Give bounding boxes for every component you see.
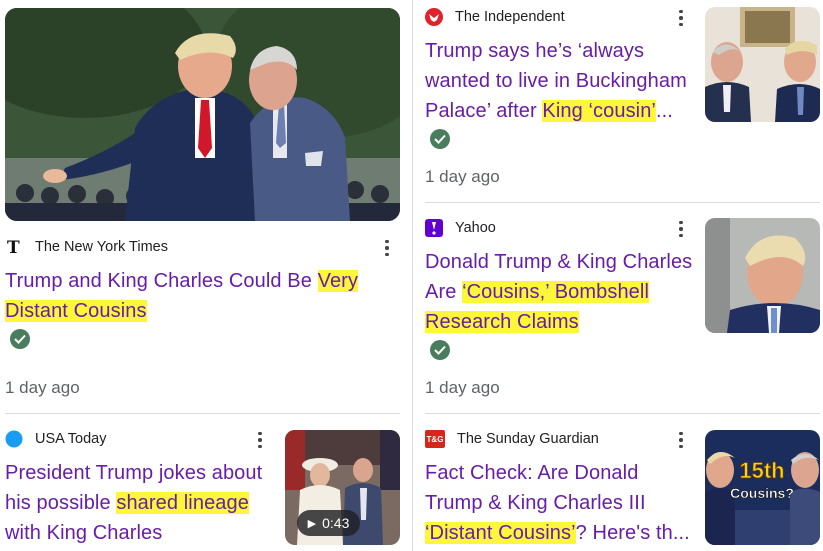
article-4-headline[interactable]: President Trump jokes about his possible… (5, 458, 280, 548)
article-5-thumbnail[interactable]: 15th Cousins? (705, 430, 820, 545)
column-divider (412, 0, 413, 551)
article-2-headline[interactable]: Trump says he’s ‘always wanted to live i… (425, 36, 700, 126)
thumb-text-15th: 15th (739, 458, 784, 483)
headline-line: Trump & King Charles III (425, 492, 646, 514)
king-charles-and-trump-meeting-photo (705, 7, 820, 122)
article-4-source[interactable]: USA Today (5, 429, 106, 449)
verified-check-icon (10, 329, 30, 349)
row-divider (5, 413, 400, 414)
headline-highlight: Research Claims (425, 311, 579, 333)
article-3-thumbnail[interactable] (705, 218, 820, 333)
article-5-headline[interactable]: Fact Check: Are Donald Trump & King Char… (425, 458, 705, 548)
headline-line: Donald Trump & King Charles (425, 251, 693, 273)
article-3-time: 1 day ago (425, 378, 500, 397)
nyt-logo-icon: T (5, 238, 23, 256)
headline-highlight: ‘Cousins,’ Bombshell (462, 281, 649, 303)
headline-text: Are (425, 281, 463, 303)
article-4-more-options-icon[interactable] (252, 430, 268, 450)
yahoo-logo-icon (425, 219, 443, 237)
headline-line: Trump says he’s ‘always (425, 40, 645, 62)
article-3-more-options-icon[interactable] (673, 219, 689, 239)
headline-line: President Trump jokes about (5, 462, 263, 484)
row-divider (425, 413, 820, 414)
headline-ellipsis: ? Here's th... (575, 522, 690, 544)
headline-line: with King Charles (5, 522, 163, 544)
thumb-text-cousins: Cousins? (730, 485, 794, 501)
play-icon: ▶ (307, 517, 317, 530)
video-duration: 0:43 (322, 515, 350, 531)
sunday-guardian-logo-text: T&G (426, 434, 444, 444)
article-5-source[interactable]: T&G The Sunday Guardian (425, 429, 599, 449)
article-1-headline[interactable]: Trump and King Charles Could Be Very Dis… (5, 266, 400, 326)
video-duration-badge: ▶ 0:43 (297, 510, 360, 536)
verified-check-icon (430, 129, 450, 149)
trump-and-king-charles-walking-photo (5, 8, 400, 221)
article-1-more-options-icon[interactable] (379, 238, 395, 258)
article-2-source[interactable]: The Independent (425, 7, 565, 27)
source-name: The New York Times (35, 239, 168, 255)
source-name: USA Today (35, 431, 107, 447)
headline-text: Trump and King Charles Could Be (5, 270, 318, 292)
article-3-headline[interactable]: Donald Trump & King Charles Are ‘Cousins… (425, 247, 700, 337)
article-2-more-options-icon[interactable] (673, 8, 689, 28)
verified-check-icon (430, 340, 450, 360)
article-1-image[interactable] (5, 8, 400, 221)
independent-eagle-icon (425, 8, 443, 26)
usa-today-dot-icon (5, 430, 23, 448)
article-3-source[interactable]: Yahoo (425, 218, 496, 238)
source-name: The Sunday Guardian (457, 431, 599, 447)
headline-line: Fact Check: Are Donald (425, 462, 639, 484)
article-2-time: 1 day ago (425, 167, 500, 186)
trump-portrait-photo (705, 218, 820, 333)
headline-text: his possible (5, 492, 117, 514)
row-divider (425, 202, 820, 203)
svg-text:T: T (7, 238, 20, 256)
headline-text: Palace’ after (425, 100, 543, 122)
headline-line: wanted to live in Buckingham (425, 70, 687, 92)
article-2-thumbnail[interactable] (705, 7, 820, 122)
sunday-guardian-logo-icon: T&G (425, 430, 445, 448)
article-5-more-options-icon[interactable] (673, 430, 689, 450)
headline-ellipsis: ... (655, 100, 673, 122)
source-name: Yahoo (455, 220, 496, 236)
headline-highlight: King ‘cousin’ (542, 100, 656, 122)
headline-highlight: ‘Distant Cousins’ (425, 522, 576, 544)
15th-cousins-graphic-thumbnail: 15th Cousins? (705, 430, 820, 545)
headline-highlight: shared lineage (116, 492, 249, 514)
source-name: The Independent (455, 9, 565, 25)
article-1-source[interactable]: T The New York Times (5, 237, 168, 257)
article-1-time: 1 day ago (5, 378, 80, 397)
